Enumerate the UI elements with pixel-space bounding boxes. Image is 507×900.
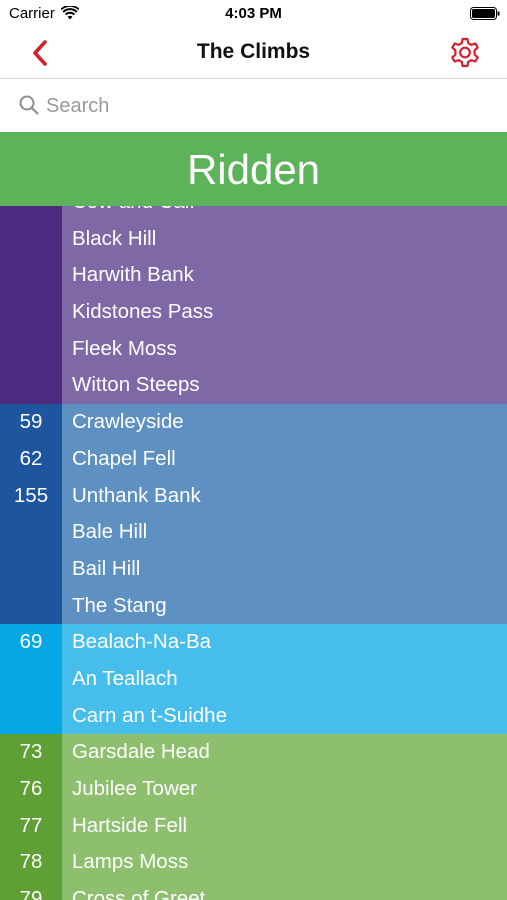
- climb-number: [0, 294, 62, 331]
- climb-number: 59: [0, 404, 62, 441]
- climb-number: 76: [0, 771, 62, 808]
- list-item[interactable]: 73 Garsdale Head: [0, 734, 507, 771]
- list-item[interactable]: The Stang: [0, 587, 507, 625]
- list-item[interactable]: 155 Unthank Bank: [0, 477, 507, 515]
- list-item[interactable]: 79 Cross of Greet: [0, 881, 507, 900]
- climb-number: 78: [0, 844, 62, 882]
- status-bar: Carrier 4:03 PM: [0, 0, 507, 28]
- climb-name: Carn an t-Suidhe: [62, 697, 507, 735]
- climb-name: Unthank Bank: [62, 477, 507, 515]
- list-item[interactable]: Fleek Moss: [0, 330, 507, 368]
- list-item[interactable]: Harwith Bank: [0, 257, 507, 295]
- climb-name: Fleek Moss: [62, 330, 507, 368]
- list-item[interactable]: Bail Hill: [0, 550, 507, 588]
- climb-name: Bail Hill: [62, 550, 507, 588]
- climb-number: 69: [0, 624, 62, 661]
- climb-name: The Stang: [62, 587, 507, 625]
- climb-name: Chapel Fell: [62, 440, 507, 478]
- climb-name: Garsdale Head: [62, 734, 507, 771]
- navigation-bar: The Climbs: [0, 28, 507, 79]
- list-item[interactable]: 78 Lamps Moss: [0, 844, 507, 882]
- list-item[interactable]: Carn an t-Suidhe: [0, 697, 507, 735]
- gear-icon[interactable]: [448, 36, 482, 70]
- climb-number: 79: [0, 881, 62, 900]
- list-item[interactable]: Witton Steeps: [0, 367, 507, 405]
- climb-name: Cross of Greet: [62, 881, 507, 900]
- climb-name: Bale Hill: [62, 514, 507, 551]
- climb-number: 62: [0, 440, 62, 478]
- climb-number: [0, 514, 62, 551]
- climb-name: Witton Steeps: [62, 367, 507, 405]
- climb-number: 155: [0, 477, 62, 515]
- climb-number: [0, 367, 62, 405]
- climbs-list[interactable]: Cow and CalfBlack HillHarwith BankKidsto…: [0, 206, 507, 900]
- climb-name: Bealach-Na-Ba: [62, 624, 507, 661]
- list-item[interactable]: Cow and Calf: [0, 206, 507, 221]
- list-item[interactable]: Kidstones Pass: [0, 294, 507, 331]
- list-item[interactable]: 62 Chapel Fell: [0, 440, 507, 478]
- climb-number: [0, 220, 62, 258]
- climb-number: [0, 550, 62, 588]
- list-item[interactable]: 69 Bealach-Na-Ba: [0, 624, 507, 661]
- climb-number: [0, 257, 62, 295]
- list-item[interactable]: 76 Jubilee Tower: [0, 771, 507, 808]
- climb-number: 77: [0, 807, 62, 845]
- climb-number: [0, 697, 62, 735]
- app-screen: Carrier 4:03 PM The Climbs Search Ridden…: [0, 0, 507, 900]
- climb-name: Hartside Fell: [62, 807, 507, 845]
- list-item[interactable]: Bale Hill: [0, 514, 507, 551]
- page-title: The Climbs: [196, 40, 311, 63]
- battery-icon: [470, 7, 500, 20]
- search-bar: [0, 80, 507, 132]
- list-item[interactable]: 59 Crawleyside: [0, 404, 507, 441]
- climb-name: Cow and Calf: [62, 206, 507, 221]
- climb-name: An Teallach: [62, 660, 507, 698]
- climb-name: Jubilee Tower: [62, 771, 507, 808]
- climb-name: Kidstones Pass: [62, 294, 507, 331]
- search-input[interactable]: [46, 92, 486, 120]
- climb-number: 73: [0, 734, 62, 771]
- list-item[interactable]: Black Hill: [0, 220, 507, 258]
- climbs-list-content: Cow and CalfBlack HillHarwith BankKidsto…: [0, 206, 507, 900]
- list-item[interactable]: An Teallach: [0, 660, 507, 698]
- section-header-ridden: Ridden: [0, 132, 507, 206]
- list-item[interactable]: 77 Hartside Fell: [0, 807, 507, 845]
- climb-name: Black Hill: [62, 220, 507, 258]
- climb-number: [0, 587, 62, 625]
- climb-number: [0, 330, 62, 368]
- climb-name: Harwith Bank: [62, 257, 507, 295]
- search-icon: [19, 95, 39, 115]
- climb-name: Lamps Moss: [62, 844, 507, 882]
- climb-number: [0, 206, 62, 221]
- clock: 4:03 PM: [225, 5, 282, 22]
- climb-name: Crawleyside: [62, 404, 507, 441]
- climb-number: [0, 660, 62, 698]
